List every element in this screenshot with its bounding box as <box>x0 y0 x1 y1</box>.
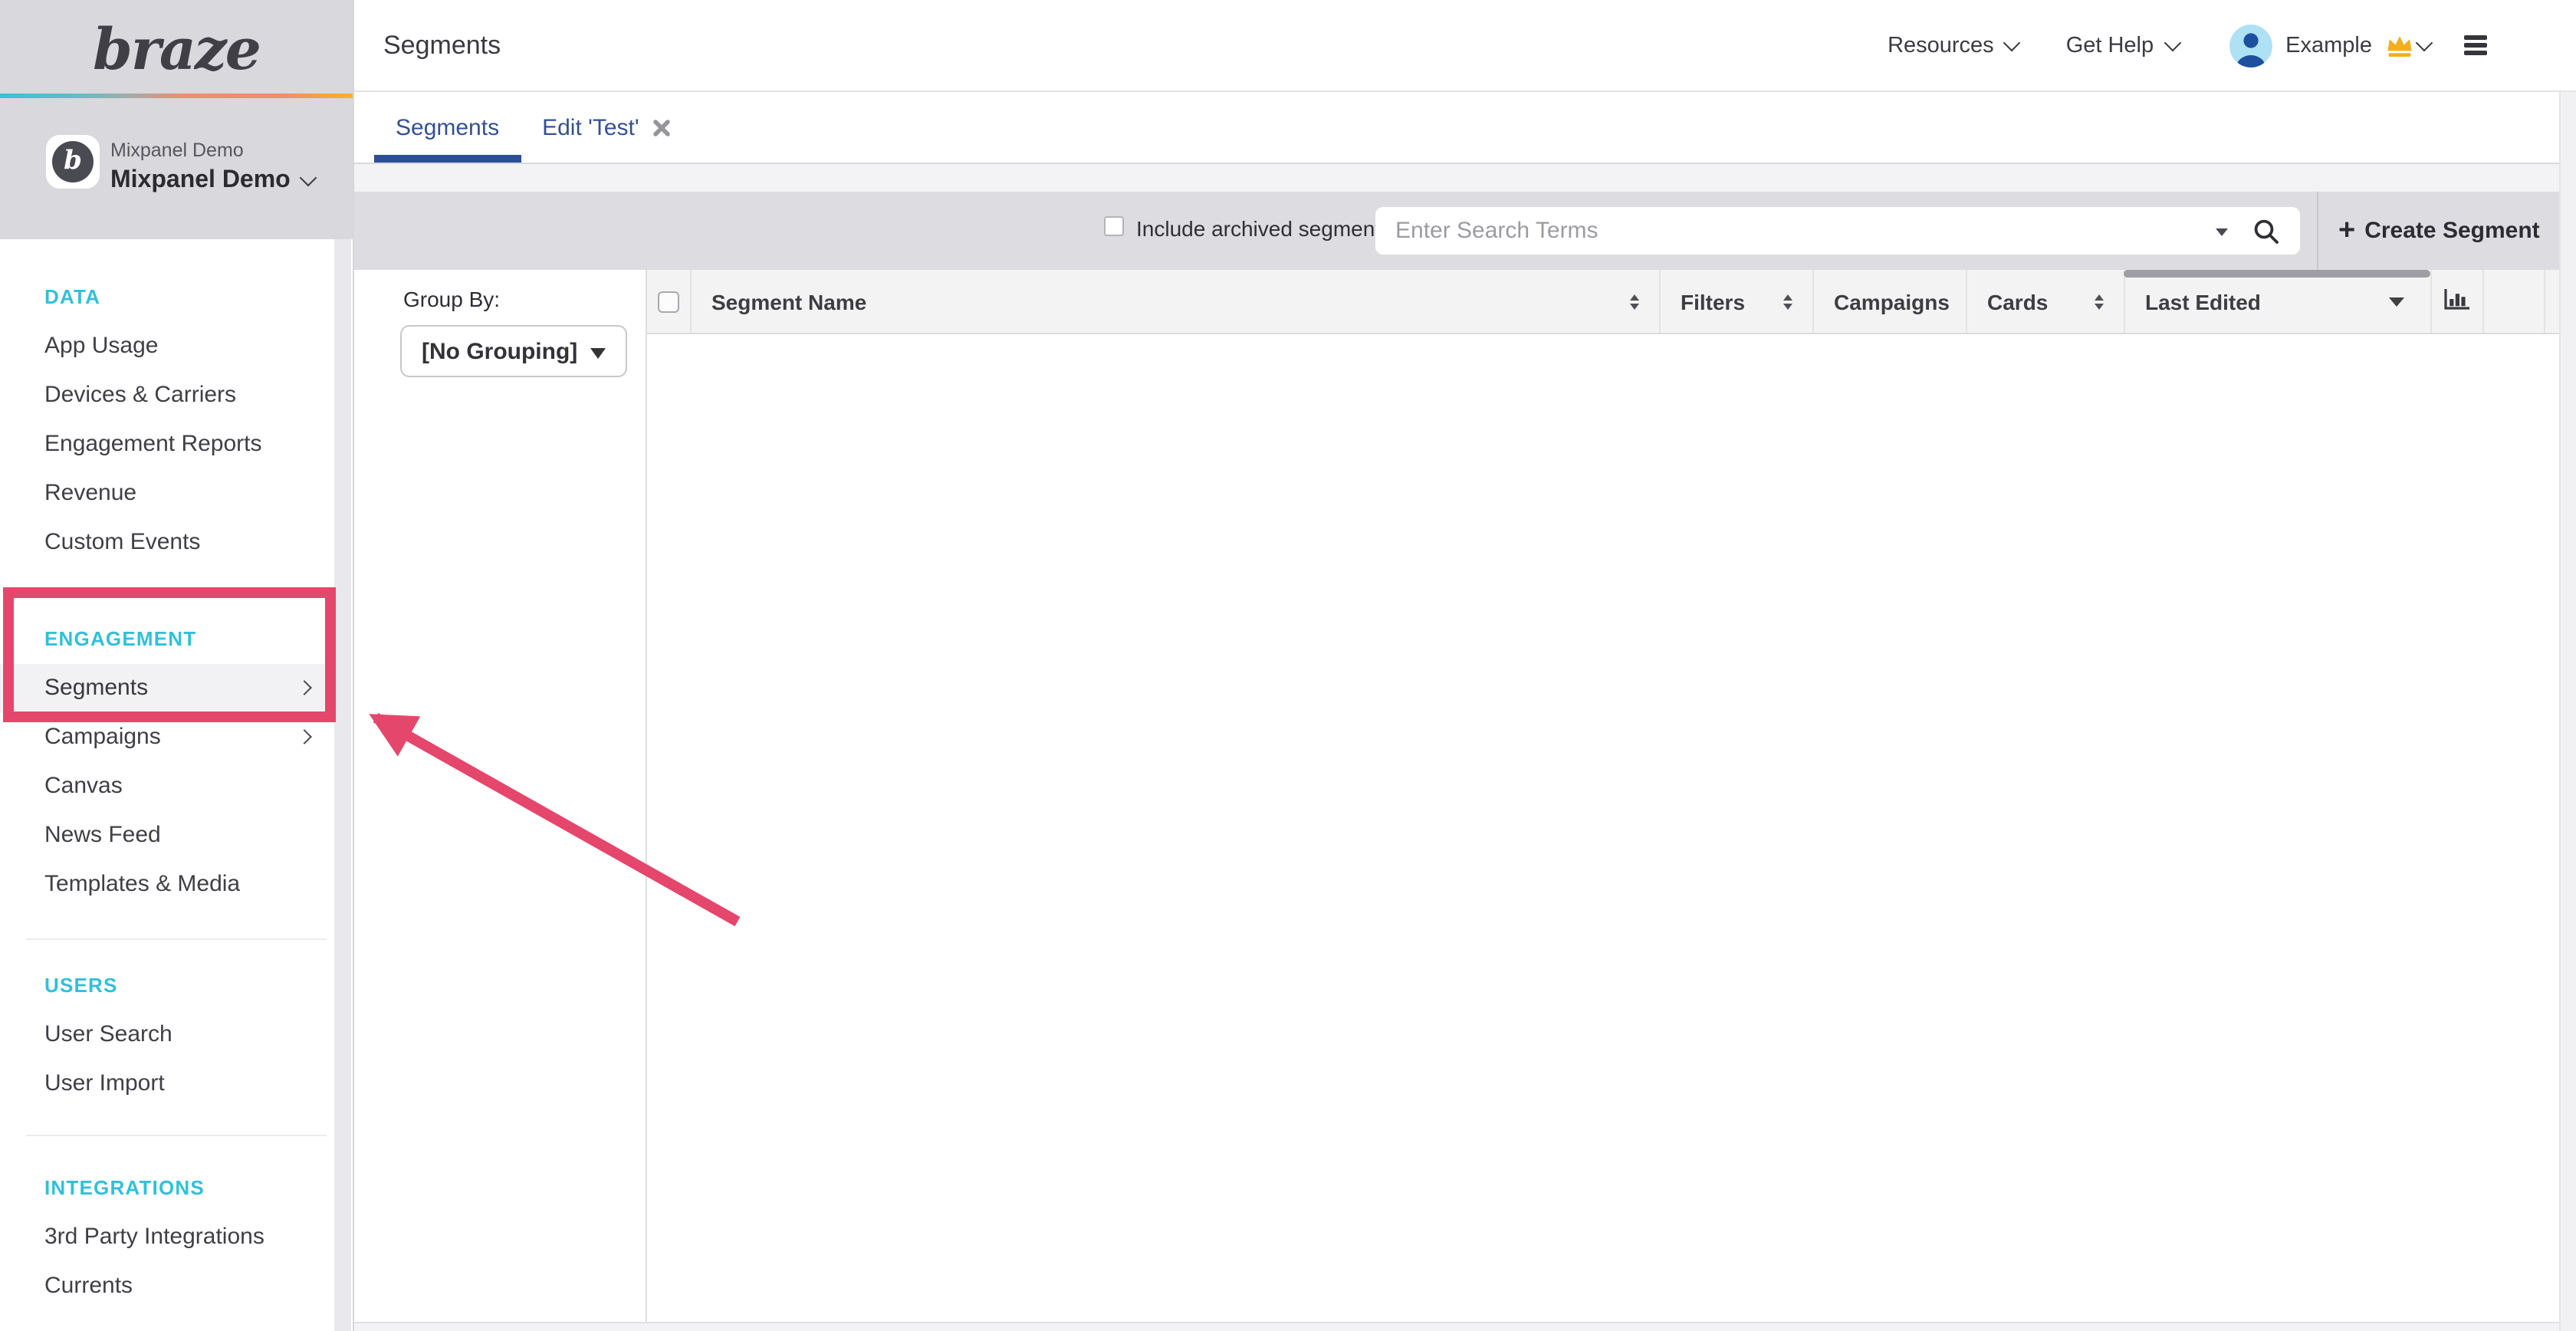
select-all-checkbox-cell <box>647 270 692 333</box>
sidebar-item-user-search[interactable]: User Search <box>0 1011 336 1060</box>
dropdown-caret-icon <box>590 347 606 366</box>
search-box <box>1375 207 2300 255</box>
tab-bar: Segments Edit 'Test' <box>354 92 2576 164</box>
user-avatar-icon[interactable] <box>2229 24 2272 67</box>
sidebar-item-canvas[interactable]: Canvas <box>0 762 336 811</box>
horizontal-scrollbar-track[interactable] <box>354 1322 2576 1331</box>
sort-icon <box>1630 294 1639 309</box>
include-archived-checkbox[interactable] <box>1104 216 1124 236</box>
workspace-selector[interactable]: b Mixpanel Demo Mixpanel Demo <box>46 135 315 195</box>
toolbar-divider <box>2317 192 2318 270</box>
braze-logo[interactable]: braze <box>0 9 353 89</box>
group-by-panel: Group By: [No Grouping] <box>354 270 647 1322</box>
sidebar-item-app-usage[interactable]: App Usage <box>0 322 336 371</box>
page-title: Segments <box>383 30 1888 61</box>
sidebar-item-news-feed[interactable]: News Feed <box>0 811 336 860</box>
column-filters[interactable]: Filters <box>1661 270 1814 333</box>
hamburger-menu-icon[interactable] <box>2464 35 2487 56</box>
workspace-avatar: b <box>46 135 100 189</box>
get-help-menu[interactable]: Get Help <box>2066 33 2178 58</box>
sidebar-item-campaigns[interactable]: Campaigns <box>0 713 336 762</box>
sort-icon <box>2095 294 2104 309</box>
chevron-down-icon <box>2164 34 2181 51</box>
sort-desc-icon <box>2389 297 2404 314</box>
select-all-checkbox[interactable] <box>658 291 679 312</box>
segments-toolbar: Include archived segments + Create Segme… <box>354 192 2576 270</box>
vertical-scrollbar-track[interactable] <box>2559 92 2576 1331</box>
sidebar-section-data: DATA <box>0 282 336 313</box>
sidebar-item-custom-events[interactable]: Custom Events <box>0 518 336 567</box>
column-analytics[interactable] <box>2432 270 2484 333</box>
sort-icon <box>1783 294 1792 309</box>
search-input[interactable] <box>1375 218 2216 244</box>
column-campaigns[interactable]: Campaigns <box>1814 270 1967 333</box>
sidebar: braze b Mixpanel Demo Mixpanel Demo DATA… <box>0 0 354 1331</box>
chevron-down-icon[interactable] <box>2416 34 2433 51</box>
sidebar-item-revenue[interactable]: Revenue <box>0 469 336 518</box>
table-header-row: Segment Name Filters Campaigns Cards <box>647 270 2576 334</box>
braze-dashboard: braze b Mixpanel Demo Mixpanel Demo DATA… <box>0 0 2576 1331</box>
resources-menu[interactable]: Resources <box>1888 33 2019 58</box>
chevron-down-icon <box>300 169 317 187</box>
sidebar-item-3rd-party-integrations[interactable]: 3rd Party Integrations <box>0 1213 336 1262</box>
segments-content: Group By: [No Grouping] Segment Name <box>354 270 2576 1322</box>
create-segment-button[interactable]: + Create Segment <box>2338 192 2540 270</box>
search-icon[interactable] <box>2252 217 2280 245</box>
sidebar-item-templates-media[interactable]: Templates & Media <box>0 860 336 909</box>
column-segment-name[interactable]: Segment Name <box>692 270 1661 333</box>
column-extra <box>2484 270 2545 333</box>
brand-gradient-bar <box>0 94 353 98</box>
sidebar-section-engagement: ENGAGEMENT <box>0 624 336 655</box>
topbar: Segments Resources Get Help Example <box>354 0 2576 92</box>
sidebar-header: braze b Mixpanel Demo Mixpanel Demo <box>0 0 353 239</box>
workspace-avatar-b-icon: b <box>52 141 94 182</box>
sidebar-divider <box>26 938 327 940</box>
table-body-empty <box>647 334 2576 1322</box>
column-last-edited[interactable]: Last Edited <box>2125 270 2432 333</box>
chevron-right-icon <box>297 729 312 744</box>
workspace-name: Mixpanel Demo <box>110 167 291 195</box>
sidebar-item-currents[interactable]: Currents <box>0 1262 336 1311</box>
tab-segments[interactable]: Segments <box>374 92 521 163</box>
user-name[interactable]: Example <box>2285 33 2372 58</box>
group-by-select[interactable]: [No Grouping] <box>400 325 627 377</box>
sidebar-item-devices-carriers[interactable]: Devices & Carriers <box>0 371 336 420</box>
crown-icon <box>2384 32 2415 58</box>
column-cards[interactable]: Cards <box>1967 270 2125 333</box>
sidebar-section-users: USERS <box>0 971 336 1001</box>
sidebar-item-engagement-reports[interactable]: Engagement Reports <box>0 420 336 469</box>
bar-chart-icon <box>2443 287 2472 316</box>
workspace-company-label: Mixpanel Demo <box>110 140 244 161</box>
dropdown-caret-icon[interactable] <box>2216 228 2228 242</box>
sidebar-section-integrations: INTEGRATIONS <box>0 1173 336 1204</box>
tab-edit-test[interactable]: Edit 'Test' <box>521 92 692 163</box>
sidebar-scrollbar[interactable] <box>334 239 351 1331</box>
horizontal-scrollbar-thumb[interactable] <box>2124 270 2430 278</box>
chevron-right-icon <box>297 680 312 695</box>
workspace-text: Mixpanel Demo Mixpanel Demo <box>110 135 315 195</box>
sidebar-item-user-import[interactable]: User Import <box>0 1060 336 1109</box>
include-archived-label[interactable]: Include archived segments <box>1136 216 1392 241</box>
main-area: Segments Resources Get Help Example <box>354 0 2576 1331</box>
group-by-label: Group By: <box>403 287 500 311</box>
plus-icon: + <box>2338 216 2355 245</box>
sidebar-nav: DATA App Usage Devices & Carriers Engage… <box>0 239 336 1311</box>
segments-table: Segment Name Filters Campaigns Cards <box>647 270 2576 1322</box>
sidebar-item-segments[interactable]: Segments <box>0 664 336 713</box>
content-gap-band <box>354 164 2576 192</box>
sidebar-divider <box>26 1135 327 1136</box>
chevron-down-icon <box>2003 34 2021 51</box>
close-icon[interactable] <box>653 119 670 136</box>
